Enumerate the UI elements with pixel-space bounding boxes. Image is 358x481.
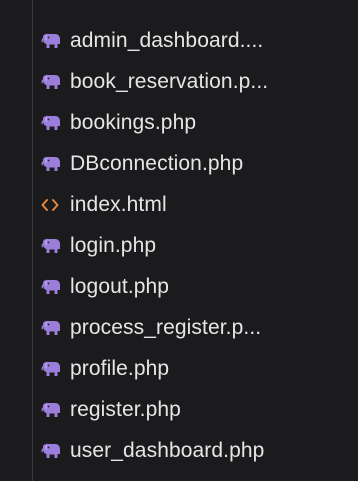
php-elephant-icon bbox=[40, 440, 70, 462]
file-item[interactable]: register.php bbox=[0, 389, 358, 430]
file-item[interactable]: DBconnection.php bbox=[0, 143, 358, 184]
file-item[interactable]: admin_dashboard.... bbox=[0, 20, 358, 61]
file-item[interactable]: logout.php bbox=[0, 266, 358, 307]
file-label: book_reservation.p... bbox=[70, 69, 269, 93]
file-label: DBconnection.php bbox=[70, 151, 244, 175]
file-item[interactable]: login.php bbox=[0, 225, 358, 266]
php-elephant-icon bbox=[40, 317, 70, 339]
file-label: register.php bbox=[70, 397, 181, 421]
file-label: profile.php bbox=[70, 356, 170, 380]
php-elephant-icon bbox=[40, 71, 70, 93]
file-label: index.html bbox=[70, 192, 167, 216]
file-label: process_register.p... bbox=[70, 315, 262, 339]
html-brackets-icon bbox=[40, 194, 70, 216]
file-label: bookings.php bbox=[70, 110, 197, 134]
file-item[interactable]: profile.php bbox=[0, 348, 358, 389]
file-label: admin_dashboard.... bbox=[70, 28, 264, 52]
file-label: user_dashboard.php bbox=[70, 438, 265, 462]
file-label: logout.php bbox=[70, 274, 170, 298]
file-item[interactable]: user_dashboard.php bbox=[0, 430, 358, 471]
file-explorer: admin_dashboard.... book_reservation.p...… bbox=[0, 0, 358, 481]
file-label: login.php bbox=[70, 233, 157, 257]
php-elephant-icon bbox=[40, 112, 70, 134]
file-item[interactable]: index.html bbox=[0, 184, 358, 225]
php-elephant-icon bbox=[40, 399, 70, 421]
php-elephant-icon bbox=[40, 153, 70, 175]
php-elephant-icon bbox=[40, 235, 70, 257]
file-item[interactable]: bookings.php bbox=[0, 102, 358, 143]
php-elephant-icon bbox=[40, 358, 70, 380]
file-list: admin_dashboard.... book_reservation.p...… bbox=[0, 20, 358, 471]
file-item[interactable]: process_register.p... bbox=[0, 307, 358, 348]
file-item[interactable]: book_reservation.p... bbox=[0, 61, 358, 102]
php-elephant-icon bbox=[40, 276, 70, 298]
php-elephant-icon bbox=[40, 30, 70, 52]
